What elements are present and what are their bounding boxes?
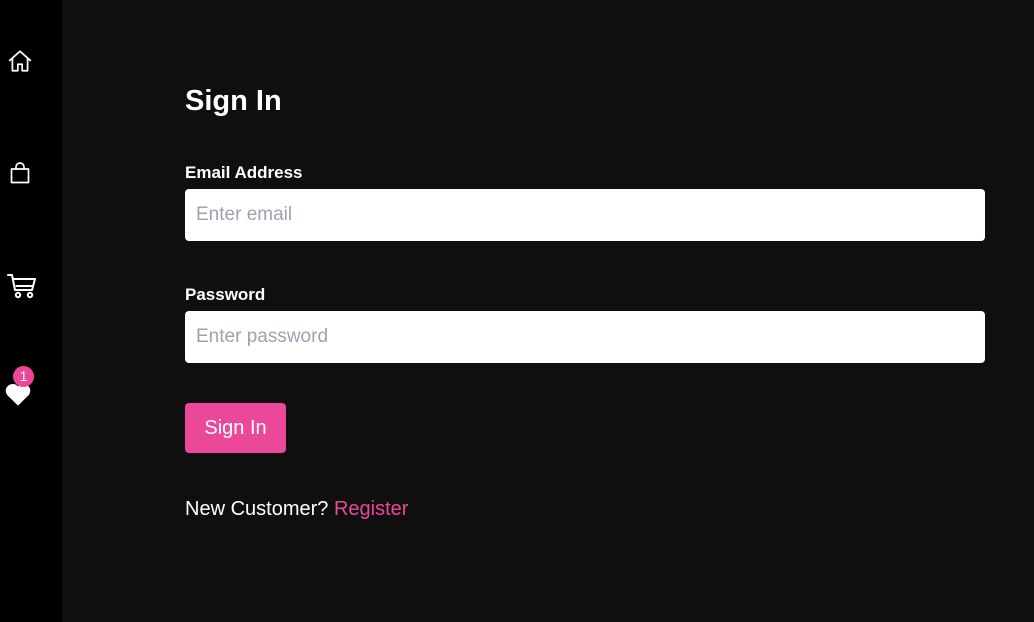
shopping-bag-icon xyxy=(10,162,30,184)
sign-in-button[interactable]: Sign In xyxy=(185,403,286,453)
wishlist-count-badge: 1 xyxy=(13,366,34,387)
home-icon xyxy=(8,50,32,72)
password-label: Password xyxy=(185,285,266,304)
email-input[interactable] xyxy=(185,189,985,241)
page-title: Sign In xyxy=(185,85,282,117)
nav-shop[interactable] xyxy=(4,157,36,189)
email-label: Email Address xyxy=(185,163,303,182)
register-prompt-text: New Customer? xyxy=(185,498,329,520)
cart-icon xyxy=(7,274,36,299)
sidebar: 1 xyxy=(0,0,62,622)
password-input[interactable] xyxy=(185,311,985,363)
register-link[interactable]: Register xyxy=(334,498,408,520)
main-content: Sign In Email Address Password Sign In N… xyxy=(62,0,1034,622)
register-prompt: New Customer? Register xyxy=(185,496,408,522)
nav-cart[interactable] xyxy=(6,270,38,302)
nav-home[interactable] xyxy=(4,45,36,77)
